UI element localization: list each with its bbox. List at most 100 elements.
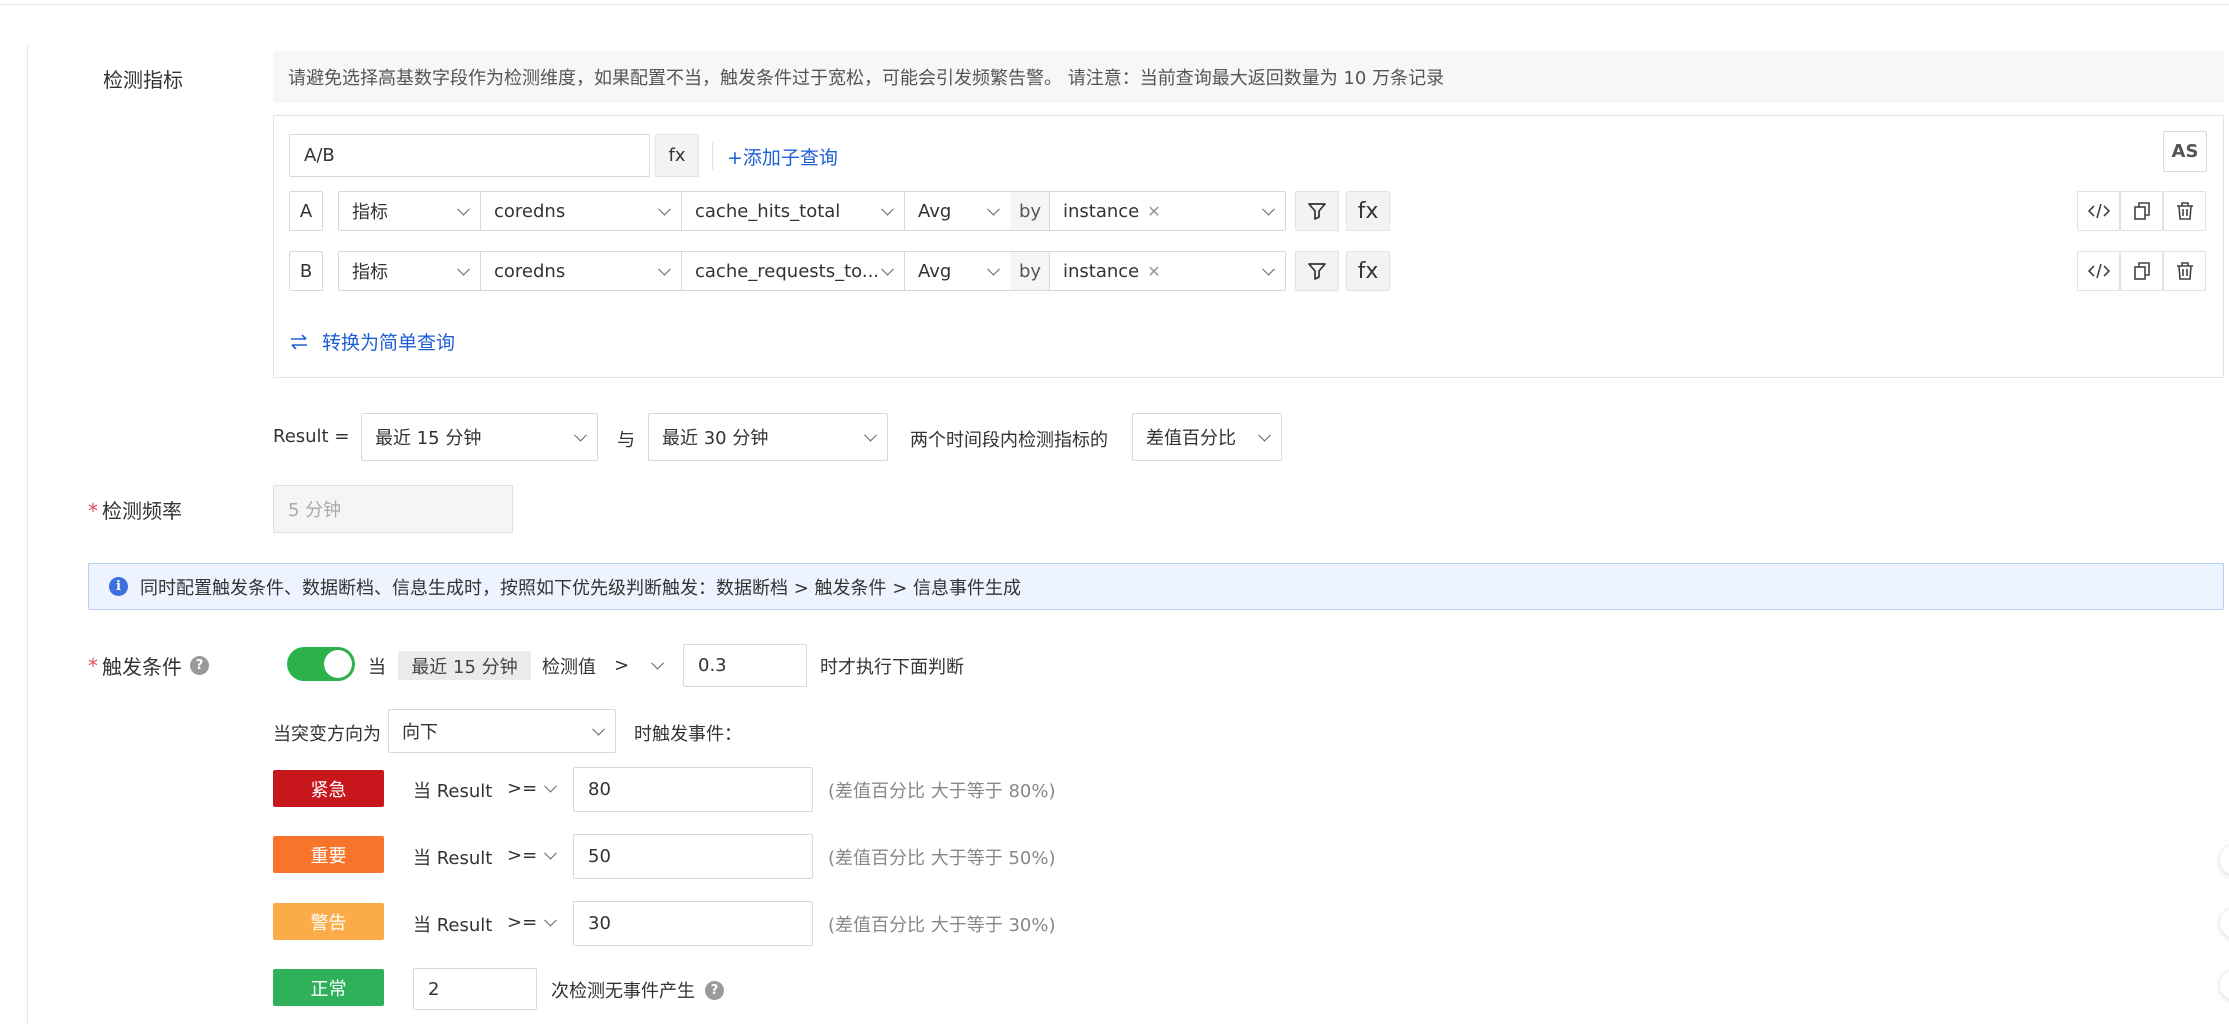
direction-label: 当突变方向为 xyxy=(273,724,381,745)
chevron-down-icon xyxy=(651,656,664,670)
result-range1-select[interactable]: 最近 15 分钟 xyxy=(361,413,598,461)
query-a-metric-select[interactable]: cache_hits_total xyxy=(681,191,905,231)
query-a-type-select[interactable]: 指标 xyxy=(338,191,481,231)
priority-info-alert: i 同时配置触发条件、数据断档、信息生成时，按照如下优先级判断触发：数据断档 >… xyxy=(88,563,2224,610)
level-major-op-select[interactable]: >= xyxy=(507,839,559,871)
query-b-code-button[interactable] xyxy=(2077,251,2120,291)
chevron-down-icon xyxy=(574,428,587,442)
query-a-letter: A xyxy=(289,191,323,231)
normal-suffix: 次检测无事件产生 ? xyxy=(551,977,724,1003)
convert-link-label: 转换为简单查询 xyxy=(322,332,456,354)
copy-icon xyxy=(2133,202,2150,220)
trigger-toggle[interactable] xyxy=(287,647,355,681)
as-button[interactable]: AS xyxy=(2163,131,2207,172)
level-critical-note: (差值百分比 大于等于 80%) xyxy=(828,781,1056,802)
result-middle-text: 两个时间段内检测指标的 xyxy=(910,430,1108,451)
query-a-namespace-select[interactable]: coredns xyxy=(480,191,682,231)
expression-input[interactable]: A/B xyxy=(289,134,650,177)
level-normal-badge: 正常 xyxy=(273,969,384,1006)
query-b-by-label: by xyxy=(1010,251,1050,291)
chevron-down-icon xyxy=(864,428,877,442)
chevron-down-icon xyxy=(658,202,671,216)
query-b-fx-button[interactable]: fx xyxy=(1346,251,1390,291)
expression-fx-button[interactable]: fx xyxy=(655,134,699,177)
level-warning-input[interactable]: 30 xyxy=(573,901,813,946)
level-warning-note: (差值百分比 大于等于 30%) xyxy=(828,915,1056,936)
trigger-operator-select[interactable]: > xyxy=(614,648,670,682)
chevron-down-icon xyxy=(881,202,894,216)
required-asterisk: * xyxy=(88,499,98,523)
query-a-code-button[interactable] xyxy=(2077,191,2120,231)
close-icon[interactable]: ✕ xyxy=(1147,202,1160,221)
query-b-letter: B xyxy=(289,251,323,291)
chevron-down-icon xyxy=(1262,202,1275,216)
trash-icon xyxy=(2176,202,2193,220)
query-b-delete-button[interactable] xyxy=(2163,251,2206,291)
trash-icon xyxy=(2176,262,2193,280)
query-a-filter-button[interactable] xyxy=(1295,191,1339,231)
trigger-suffix-text: 时才执行下面判断 xyxy=(820,657,964,678)
code-icon xyxy=(2087,263,2110,279)
level-critical-op-select[interactable]: >= xyxy=(507,772,559,804)
help-icon[interactable]: ? xyxy=(705,980,724,1000)
add-subquery-link[interactable]: +添加子查询 xyxy=(727,143,838,170)
level-critical-input[interactable]: 80 xyxy=(573,767,813,812)
query-a-copy-button[interactable] xyxy=(2120,191,2163,231)
query-a-agg-select[interactable]: Avg xyxy=(904,191,1011,231)
tag-instance: instance ✕ xyxy=(1063,260,1161,282)
query-b-filter-button[interactable] xyxy=(1295,251,1339,291)
trigger-check-value-text: 检测值 xyxy=(542,657,596,678)
query-b-copy-button[interactable] xyxy=(2120,251,2163,291)
level-critical-cond: 当 Result xyxy=(413,781,493,802)
toggle-knob xyxy=(324,650,352,678)
result-compare-select[interactable]: 差值百分比 xyxy=(1132,413,1282,461)
result-range2-select[interactable]: 最近 30 分钟 xyxy=(648,413,888,461)
trigger-label: * 触发条件 ? xyxy=(88,651,209,680)
detection-metric-label: 检测指标 xyxy=(103,68,183,92)
level-critical-badge: 紧急 xyxy=(273,770,384,807)
filter-icon xyxy=(1308,263,1326,280)
chevron-down-icon xyxy=(544,913,557,927)
chevron-down-icon xyxy=(1258,428,1271,442)
level-major-badge: 重要 xyxy=(273,836,384,873)
direction-suffix: 时触发事件： xyxy=(634,724,742,745)
copy-icon xyxy=(2133,262,2150,280)
chevron-down-icon xyxy=(544,779,557,793)
tag-instance: instance ✕ xyxy=(1063,200,1161,222)
query-b-agg-select[interactable]: Avg xyxy=(904,251,1011,291)
direction-select[interactable]: 向下 xyxy=(388,709,616,753)
normal-count-input[interactable]: 2 xyxy=(413,968,537,1010)
chevron-down-icon xyxy=(987,262,1000,276)
result-with-label: 与 xyxy=(617,430,635,451)
level-warning-op-select[interactable]: >= xyxy=(507,906,559,938)
chevron-down-icon xyxy=(592,722,605,736)
help-icon[interactable]: ? xyxy=(190,656,209,675)
top-divider xyxy=(0,4,2229,5)
query-b-groupby-select[interactable]: instance ✕ xyxy=(1049,251,1286,291)
chevron-down-icon xyxy=(881,262,894,276)
chevron-down-icon xyxy=(987,202,1000,216)
level-major-input[interactable]: 50 xyxy=(573,834,813,879)
level-warning-cond: 当 Result xyxy=(413,915,493,936)
info-icon: i xyxy=(109,577,128,596)
query-a-fx-button[interactable]: fx xyxy=(1346,191,1390,231)
trigger-range-chip: 最近 15 分钟 xyxy=(398,651,531,680)
query-b-metric-select[interactable]: cache_requests_to... xyxy=(681,251,905,291)
query-b-type-select[interactable]: 指标 xyxy=(338,251,481,291)
trigger-threshold-input[interactable]: 0.3 xyxy=(683,644,807,687)
required-asterisk: * xyxy=(88,653,98,678)
floating-button[interactable] xyxy=(2220,845,2229,875)
divider xyxy=(712,142,713,170)
chevron-down-icon xyxy=(457,202,470,216)
query-a-groupby-select[interactable]: instance ✕ xyxy=(1049,191,1286,231)
floating-button[interactable] xyxy=(2220,970,2229,1000)
query-b-namespace-select[interactable]: coredns xyxy=(480,251,682,291)
left-divider xyxy=(27,44,28,1024)
chevron-down-icon xyxy=(1262,262,1275,276)
detection-hint: 请避免选择高基数字段作为检测维度，如果配置不当，触发条件过于宽松，可能会引发频繁… xyxy=(273,51,2224,103)
floating-button[interactable] xyxy=(2220,908,2229,938)
convert-simple-query-link[interactable]: 转换为简单查询 xyxy=(289,328,455,355)
chevron-down-icon xyxy=(658,262,671,276)
query-a-delete-button[interactable] xyxy=(2163,191,2206,231)
close-icon[interactable]: ✕ xyxy=(1147,262,1160,281)
